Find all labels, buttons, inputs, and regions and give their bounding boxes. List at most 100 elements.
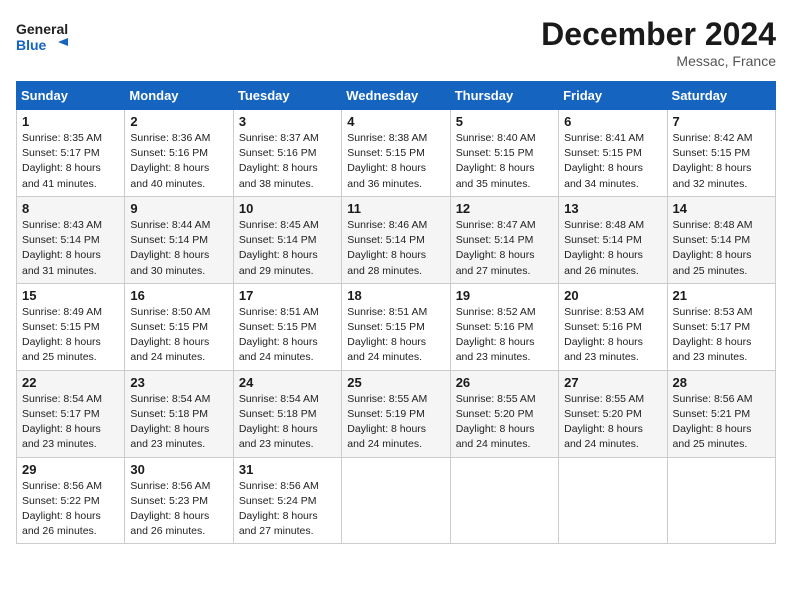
svg-text:General: General xyxy=(16,21,68,37)
day-number: 9 xyxy=(130,201,227,216)
day-number: 30 xyxy=(130,462,227,477)
cell-details: Sunrise: 8:55 AMSunset: 5:20 PMDaylight:… xyxy=(564,392,661,453)
calendar-cell: 23 Sunrise: 8:54 AMSunset: 5:18 PMDayligh… xyxy=(125,370,233,457)
cell-details: Sunrise: 8:44 AMSunset: 5:14 PMDaylight:… xyxy=(130,218,227,279)
cell-details: Sunrise: 8:54 AMSunset: 5:18 PMDaylight:… xyxy=(130,392,227,453)
cell-details: Sunrise: 8:51 AMSunset: 5:15 PMDaylight:… xyxy=(239,305,336,366)
cell-details: Sunrise: 8:41 AMSunset: 5:15 PMDaylight:… xyxy=(564,131,661,192)
cell-details: Sunrise: 8:51 AMSunset: 5:15 PMDaylight:… xyxy=(347,305,444,366)
calendar-cell: 25Sunrise: 8:55 AMSunset: 5:19 PMDayligh… xyxy=(342,370,450,457)
weekday-header-monday: Monday xyxy=(125,82,233,110)
cell-details: Sunrise: 8:54 AMSunset: 5:18 PMDaylight:… xyxy=(239,392,336,453)
cell-details: Sunrise: 8:46 AMSunset: 5:14 PMDaylight:… xyxy=(347,218,444,279)
cell-details: Sunrise: 8:49 AMSunset: 5:15 PMDaylight:… xyxy=(22,305,119,366)
day-number: 28 xyxy=(673,375,770,390)
calendar-cell xyxy=(450,457,558,544)
day-number: 3 xyxy=(239,114,336,129)
weekday-header-tuesday: Tuesday xyxy=(233,82,341,110)
day-number: 18 xyxy=(347,288,444,303)
calendar-cell: 22 Sunrise: 8:54 AMSunset: 5:17 PMDayligh… xyxy=(17,370,125,457)
calendar-cell: 30 Sunrise: 8:56 AMSunset: 5:23 PMDayligh… xyxy=(125,457,233,544)
cell-details: Sunrise: 8:53 AMSunset: 5:17 PMDaylight:… xyxy=(673,305,770,366)
calendar-cell: 10 Sunrise: 8:45 AMSunset: 5:14 PMDayligh… xyxy=(233,196,341,283)
cell-details: Sunrise: 8:42 AMSunset: 5:15 PMDaylight:… xyxy=(673,131,770,192)
calendar-cell: 16 Sunrise: 8:50 AMSunset: 5:15 PMDayligh… xyxy=(125,283,233,370)
day-number: 4 xyxy=(347,114,444,129)
calendar-cell: 1Sunrise: 8:35 AMSunset: 5:17 PMDaylight… xyxy=(17,110,125,197)
calendar-cell: 21 Sunrise: 8:53 AMSunset: 5:17 PMDayligh… xyxy=(667,283,775,370)
day-number: 10 xyxy=(239,201,336,216)
calendar-cell: 28Sunrise: 8:56 AMSunset: 5:21 PMDayligh… xyxy=(667,370,775,457)
weekday-header-friday: Friday xyxy=(559,82,667,110)
month-title: December 2024 xyxy=(541,16,776,53)
calendar-cell: 4 Sunrise: 8:38 AMSunset: 5:15 PMDaylight… xyxy=(342,110,450,197)
calendar-week-3: 15 Sunrise: 8:49 AMSunset: 5:15 PMDayligh… xyxy=(17,283,776,370)
day-number: 25 xyxy=(347,375,444,390)
location: Messac, France xyxy=(541,53,776,69)
day-number: 22 xyxy=(22,375,119,390)
calendar-week-2: 8Sunrise: 8:43 AMSunset: 5:14 PMDaylight… xyxy=(17,196,776,283)
day-number: 15 xyxy=(22,288,119,303)
day-number: 26 xyxy=(456,375,553,390)
weekday-header-wednesday: Wednesday xyxy=(342,82,450,110)
calendar-cell xyxy=(559,457,667,544)
calendar-cell: 12Sunrise: 8:47 AMSunset: 5:14 PMDayligh… xyxy=(450,196,558,283)
cell-details: Sunrise: 8:48 AMSunset: 5:14 PMDaylight:… xyxy=(673,218,770,279)
calendar-week-1: 1Sunrise: 8:35 AMSunset: 5:17 PMDaylight… xyxy=(17,110,776,197)
calendar-cell: 31Sunrise: 8:56 AMSunset: 5:24 PMDayligh… xyxy=(233,457,341,544)
cell-details: Sunrise: 8:50 AMSunset: 5:15 PMDaylight:… xyxy=(130,305,227,366)
calendar-table: SundayMondayTuesdayWednesdayThursdayFrid… xyxy=(16,81,776,544)
day-number: 16 xyxy=(130,288,227,303)
calendar-cell xyxy=(342,457,450,544)
day-number: 23 xyxy=(130,375,227,390)
cell-details: Sunrise: 8:36 AMSunset: 5:16 PMDaylight:… xyxy=(130,131,227,192)
cell-details: Sunrise: 8:38 AMSunset: 5:15 PMDaylight:… xyxy=(347,131,444,192)
calendar-cell: 7 Sunrise: 8:42 AMSunset: 5:15 PMDaylight… xyxy=(667,110,775,197)
calendar-cell: 18 Sunrise: 8:51 AMSunset: 5:15 PMDayligh… xyxy=(342,283,450,370)
cell-details: Sunrise: 8:40 AMSunset: 5:15 PMDaylight:… xyxy=(456,131,553,192)
cell-details: Sunrise: 8:43 AMSunset: 5:14 PMDaylight:… xyxy=(22,218,119,279)
calendar-cell: 19Sunrise: 8:52 AMSunset: 5:16 PMDayligh… xyxy=(450,283,558,370)
day-number: 11 xyxy=(347,201,444,216)
calendar-header-row: SundayMondayTuesdayWednesdayThursdayFrid… xyxy=(17,82,776,110)
calendar-cell: 27 Sunrise: 8:55 AMSunset: 5:20 PMDayligh… xyxy=(559,370,667,457)
weekday-header-saturday: Saturday xyxy=(667,82,775,110)
calendar-cell: 11 Sunrise: 8:46 AMSunset: 5:14 PMDayligh… xyxy=(342,196,450,283)
calendar-cell: 20 Sunrise: 8:53 AMSunset: 5:16 PMDayligh… xyxy=(559,283,667,370)
page-header: General Blue December 2024 Messac, Franc… xyxy=(16,16,776,69)
calendar-cell: 17Sunrise: 8:51 AMSunset: 5:15 PMDayligh… xyxy=(233,283,341,370)
day-number: 12 xyxy=(456,201,553,216)
day-number: 21 xyxy=(673,288,770,303)
day-number: 24 xyxy=(239,375,336,390)
day-number: 13 xyxy=(564,201,661,216)
calendar-cell: 3 Sunrise: 8:37 AMSunset: 5:16 PMDaylight… xyxy=(233,110,341,197)
cell-details: Sunrise: 8:56 AMSunset: 5:22 PMDaylight:… xyxy=(22,479,119,540)
cell-details: Sunrise: 8:56 AMSunset: 5:24 PMDaylight:… xyxy=(239,479,336,540)
day-number: 27 xyxy=(564,375,661,390)
title-area: December 2024 Messac, France xyxy=(541,16,776,69)
cell-details: Sunrise: 8:56 AMSunset: 5:23 PMDaylight:… xyxy=(130,479,227,540)
day-number: 5 xyxy=(456,114,553,129)
calendar-cell: 26Sunrise: 8:55 AMSunset: 5:20 PMDayligh… xyxy=(450,370,558,457)
cell-details: Sunrise: 8:45 AMSunset: 5:14 PMDaylight:… xyxy=(239,218,336,279)
calendar-cell: 29 Sunrise: 8:56 AMSunset: 5:22 PMDayligh… xyxy=(17,457,125,544)
calendar-cell: 14 Sunrise: 8:48 AMSunset: 5:14 PMDayligh… xyxy=(667,196,775,283)
calendar-week-5: 29 Sunrise: 8:56 AMSunset: 5:22 PMDayligh… xyxy=(17,457,776,544)
day-number: 20 xyxy=(564,288,661,303)
day-number: 7 xyxy=(673,114,770,129)
calendar-cell: 2 Sunrise: 8:36 AMSunset: 5:16 PMDaylight… xyxy=(125,110,233,197)
cell-details: Sunrise: 8:54 AMSunset: 5:17 PMDaylight:… xyxy=(22,392,119,453)
calendar-cell: 5 Sunrise: 8:40 AMSunset: 5:15 PMDaylight… xyxy=(450,110,558,197)
calendar-cell: 13Sunrise: 8:48 AMSunset: 5:14 PMDayligh… xyxy=(559,196,667,283)
day-number: 29 xyxy=(22,462,119,477)
calendar-body: 1Sunrise: 8:35 AMSunset: 5:17 PMDaylight… xyxy=(17,110,776,544)
day-number: 14 xyxy=(673,201,770,216)
day-number: 6 xyxy=(564,114,661,129)
cell-details: Sunrise: 8:53 AMSunset: 5:16 PMDaylight:… xyxy=(564,305,661,366)
cell-details: Sunrise: 8:52 AMSunset: 5:16 PMDaylight:… xyxy=(456,305,553,366)
logo: General Blue xyxy=(16,16,68,58)
weekday-header-sunday: Sunday xyxy=(17,82,125,110)
cell-details: Sunrise: 8:37 AMSunset: 5:16 PMDaylight:… xyxy=(239,131,336,192)
calendar-cell: 9 Sunrise: 8:44 AMSunset: 5:14 PMDaylight… xyxy=(125,196,233,283)
day-number: 2 xyxy=(130,114,227,129)
